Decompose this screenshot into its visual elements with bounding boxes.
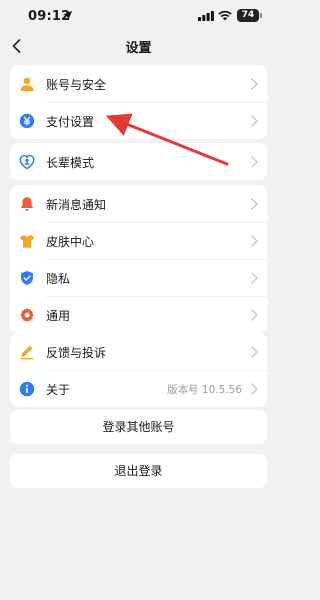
row-label: 通用 [46,309,71,323]
page-title: 设置 [125,41,152,56]
chevron-right-icon [251,198,258,210]
row-label: 支付设置 [46,115,95,129]
settings-row-feedback[interactable]: 反馈与投诉 [10,333,267,370]
settings-group-support: 反馈与投诉 关于 版本号 10.5.56 [10,333,267,407]
chevron-right-icon [251,309,258,321]
payment-icon [19,113,35,129]
chevron-right-icon [251,272,258,284]
location-arrow-icon [62,10,73,21]
info-icon [19,381,35,397]
cellular-signal-icon [198,11,214,21]
settings-row-payment[interactable]: 支付设置 [10,102,267,139]
bell-icon [20,197,34,211]
feedback-pencil-icon [20,345,34,360]
account-icon [20,77,34,91]
row-label: 反馈与投诉 [46,346,107,360]
navigation-bar: 设置 [0,34,277,58]
settings-group-preferences: 新消息通知 皮肤中心 隐私 通用 [10,185,267,333]
wifi-icon [218,10,232,21]
settings-group-account: 账号与安全 支付设置 [10,65,267,139]
chevron-right-icon [251,78,258,90]
shield-icon [21,271,33,285]
settings-group-elder: 长辈模式 [10,143,267,180]
tshirt-icon [20,234,34,248]
gear-icon [20,308,34,322]
settings-row-account-security[interactable]: 账号与安全 [10,65,267,102]
settings-row-elder-mode[interactable]: 长辈模式 [10,143,267,180]
chevron-right-icon [251,383,258,395]
row-label: 长辈模式 [46,156,95,170]
chevron-right-icon [251,235,258,247]
elder-mode-icon [19,154,35,170]
chevron-right-icon [251,156,258,168]
settings-row-about[interactable]: 关于 版本号 10.5.56 [10,370,267,407]
chevron-right-icon [251,115,258,127]
settings-row-notifications[interactable]: 新消息通知 [10,185,267,222]
row-label: 账号与安全 [46,78,107,92]
row-label: 新消息通知 [46,198,107,212]
row-label: 隐私 [46,272,71,286]
version-value: 版本号 10.5.56 [167,384,242,396]
settings-row-privacy[interactable]: 隐私 [10,259,267,296]
row-label: 关于 [46,383,71,397]
battery-indicator: 74 [237,9,262,22]
chevron-right-icon [251,346,258,358]
login-other-account-button[interactable]: 登录其他账号 [10,410,267,444]
row-label: 皮肤中心 [46,235,95,249]
logout-button[interactable]: 退出登录 [10,454,267,488]
settings-row-general[interactable]: 通用 [10,296,267,333]
settings-row-skin-center[interactable]: 皮肤中心 [10,222,267,259]
status-bar: 09:12 74 [0,0,277,34]
